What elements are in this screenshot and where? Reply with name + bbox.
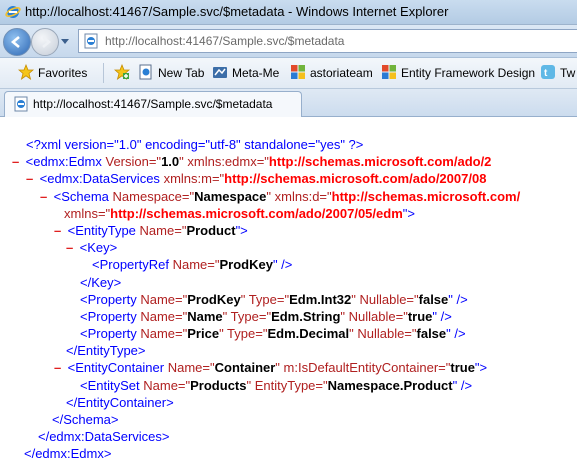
xml-line-property: <Property Name="Name" Type="Edm.String" … — [80, 308, 452, 324]
navigation-bar: http://localhost:41467/Sample.svc/$metad… — [0, 25, 577, 58]
xml-line-key: – <Key> — [66, 239, 118, 256]
tab-bar: http://localhost:41467/Sample.svc/$metad… — [0, 89, 577, 117]
xml-declaration-line: <?xml version="1.0" encoding="utf-8" sta… — [0, 136, 520, 153]
windows-logo-icon — [382, 65, 396, 79]
xml-declaration: <?xml version="1.0" encoding="utf-8" sta… — [26, 137, 364, 152]
add-favorites-button[interactable] — [114, 64, 134, 82]
arrow-right-icon — [42, 36, 52, 48]
back-button[interactable] — [3, 28, 31, 56]
collapse-toggle[interactable]: – — [54, 222, 64, 239]
favorite-link-label: New Tab — [158, 66, 205, 80]
collapse-toggle[interactable]: – — [66, 239, 76, 256]
xml-line-entitytype: – <EntityType Name="Product"> — [54, 222, 248, 239]
page-icon — [84, 33, 98, 49]
xml-line-schema-xmlns: xmlns="http://schemas.microsoft.com/ado/… — [64, 205, 415, 221]
xml-line-entitycontainer: – <EntityContainer Name="Container" m:Is… — [54, 359, 488, 376]
favorites-label: Favorites — [38, 66, 88, 80]
collapse-toggle[interactable]: – — [26, 170, 36, 187]
favorite-link-twitter[interactable]: t Tw — [540, 64, 575, 82]
window-title-bar: http://localhost:41467/Sample.svc/$metad… — [0, 0, 577, 25]
page-icon — [139, 64, 152, 80]
tab-metadata[interactable]: http://localhost:41467/Sample.svc/$metad… — [4, 91, 302, 117]
collapse-toggle[interactable]: – — [12, 153, 22, 170]
favorite-link-astoriateam[interactable]: astoriateam — [290, 64, 373, 82]
arrow-left-icon — [10, 36, 20, 48]
page-icon — [14, 96, 28, 112]
xml-line-property: <Property Name="ProdKey" Type="Edm.Int32… — [80, 291, 468, 307]
xml-document: <?xml version="1.0" encoding="utf-8" sta… — [0, 136, 520, 463]
xml-line-dataservices-close: </edmx:DataServices> — [38, 429, 170, 445]
favorite-link-meta-me[interactable]: Meta-Me — [212, 64, 279, 82]
favorites-divider — [103, 63, 104, 83]
favorite-link-label: astoriateam — [310, 66, 373, 80]
favorites-button[interactable]: Favorites — [18, 64, 87, 82]
forward-button[interactable] — [31, 28, 59, 56]
xml-line-entitytype-close: </EntityType> — [66, 343, 146, 359]
xml-line-propertyref: <PropertyRef Name="ProdKey" /> — [92, 257, 293, 273]
page-content: <?xml version="1.0" encoding="utf-8" sta… — [0, 117, 577, 472]
xml-line-property: <Property Name="Price" Type="Edm.Decimal… — [80, 326, 466, 342]
favorite-link-label: Entity Framework Design — [401, 66, 536, 80]
xml-line-entitycontainer-close: </EntityContainer> — [66, 394, 174, 410]
address-bar[interactable]: http://localhost:41467/Sample.svc/$metad… — [78, 29, 577, 53]
xml-line-schema: – <Schema Namespace="Namespace" xmlns:d=… — [40, 188, 521, 205]
xml-line-edmx: – <edmx:Edmx Version="1.0" xmlns:edmx="h… — [12, 153, 492, 170]
collapse-toggle[interactable]: – — [40, 188, 50, 205]
recent-pages-dropdown-icon[interactable] — [60, 34, 70, 48]
xml-line-edmx-close: </edmx:Edmx> — [24, 446, 112, 462]
tab-label: http://localhost:41467/Sample.svc/$metad… — [33, 97, 273, 111]
window-title: http://localhost:41467/Sample.svc/$metad… — [25, 4, 449, 19]
add-to-favorites-star-icon — [114, 64, 130, 80]
favorite-link-new-tab[interactable]: New Tab — [138, 64, 204, 82]
star-icon — [18, 64, 34, 80]
favorite-link-label: Tw — [560, 66, 576, 80]
xml-line-entityset: <EntitySet Name="Products" EntityType="N… — [80, 377, 473, 393]
collapse-toggle[interactable]: – — [54, 359, 64, 376]
windows-logo-icon — [291, 65, 305, 79]
xml-line-dataservices: – <edmx:DataServices xmlns:m="http://sch… — [26, 170, 487, 187]
address-url[interactable]: http://localhost:41467/Sample.svc/$metad… — [105, 34, 344, 48]
twitter-icon: t — [541, 65, 555, 79]
internet-explorer-icon — [5, 6, 21, 18]
favorite-link-entity-framework-design[interactable]: Entity Framework Design — [381, 64, 535, 82]
xml-line-key-close: </Key> — [80, 274, 122, 290]
xml-line-schema-close: </Schema> — [52, 412, 119, 427]
favorites-bar: Favorites New Tab Meta-Me astoriateam En… — [0, 58, 577, 89]
favorite-link-label: Meta-Me — [232, 66, 280, 80]
puzzle-icon — [213, 67, 227, 78]
